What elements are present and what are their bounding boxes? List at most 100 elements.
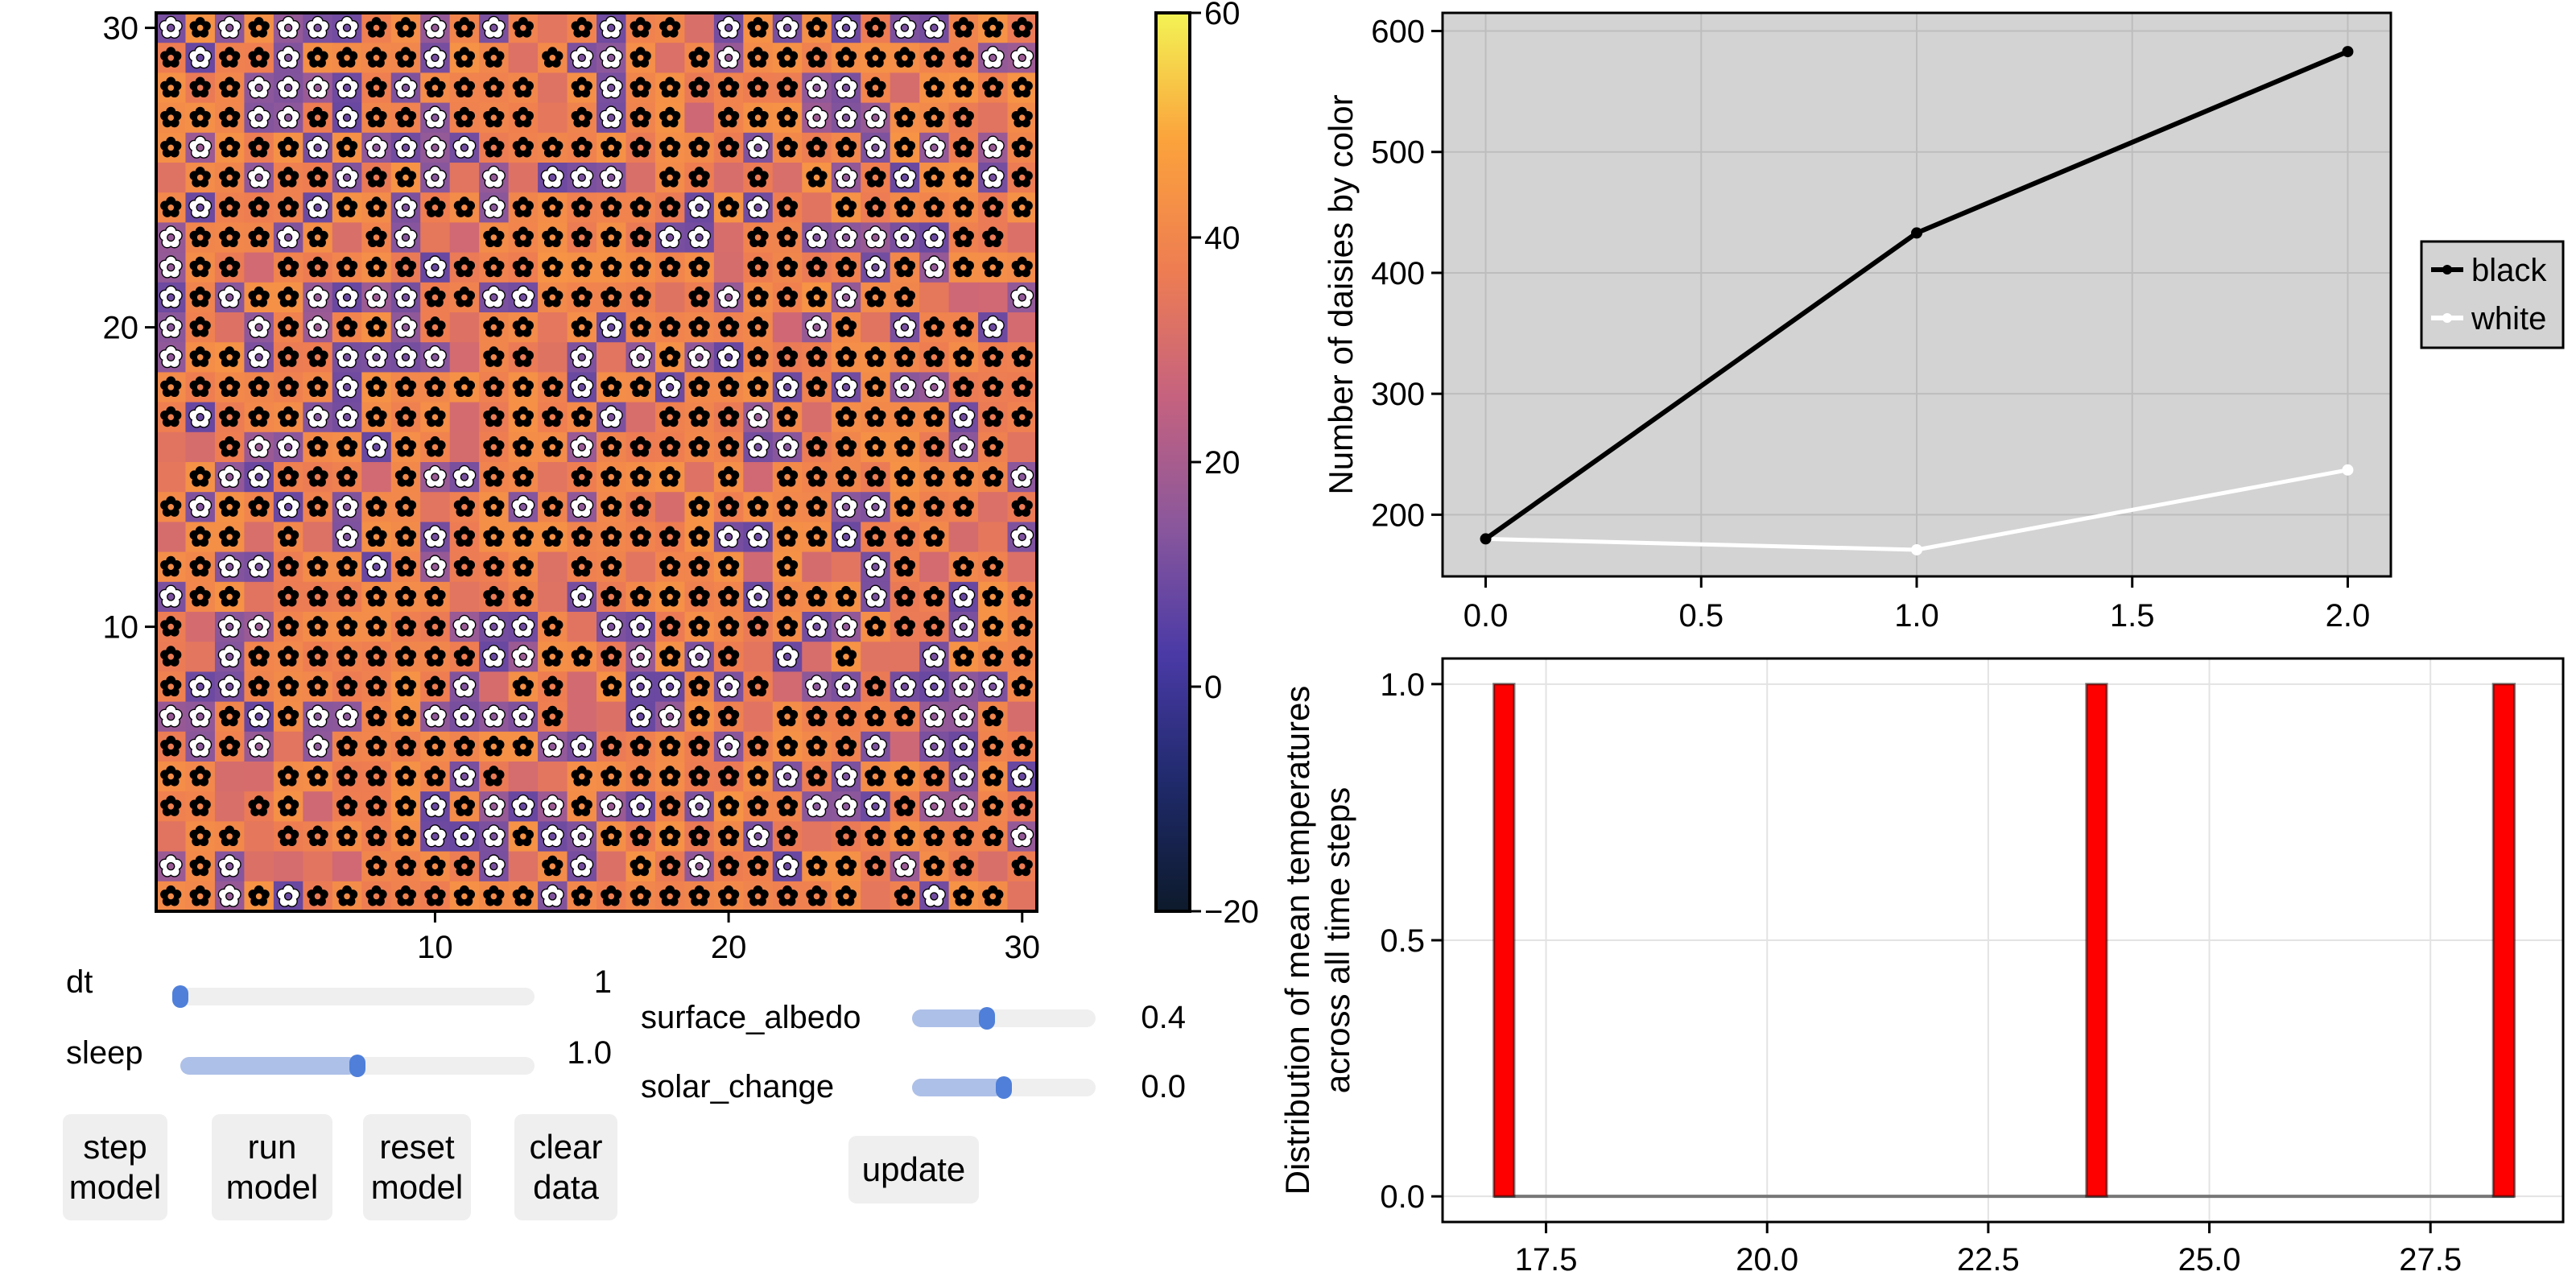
surface-albedo-slider[interactable] (912, 1007, 1096, 1030)
daisy-center (196, 143, 204, 152)
heatmap-cell (244, 581, 275, 613)
daisy-center (931, 623, 938, 630)
daisy-center (989, 323, 997, 332)
daisy-center (373, 683, 380, 690)
dt-slider[interactable] (172, 985, 535, 1008)
daisy-center (431, 832, 440, 841)
daisy-center (342, 114, 352, 122)
y-axis-label: Distribution of mean temperaturesacross … (1278, 686, 1356, 1195)
daisy-center (754, 234, 762, 241)
daisy-center (167, 233, 175, 242)
daisy-center (226, 444, 233, 451)
daisy-center (402, 893, 409, 900)
dt-slider-knob[interactable] (172, 985, 188, 1008)
sleep-slider[interactable] (180, 1055, 535, 1077)
daisy-center (254, 323, 263, 332)
daisy-center (167, 144, 175, 151)
daisy-count-line-chart: 0.0 0.5 1.0 1.5 2.0 200 300 400 500 600 Number of … (1322, 11, 2565, 634)
daisy-center (578, 893, 585, 900)
daisy-center (225, 293, 234, 302)
daisy-center (754, 743, 762, 750)
data-point-white (2342, 464, 2354, 476)
daisy-center (637, 503, 644, 510)
daisy-center (900, 233, 910, 242)
histogram-bar (2491, 683, 2516, 1198)
heatmap-cell (772, 671, 803, 703)
daisy-center (313, 712, 322, 721)
heatmap-cell (538, 342, 568, 373)
daisy-center (753, 592, 762, 601)
daisy-center (578, 144, 585, 151)
daisy-center (782, 382, 792, 392)
daisy-center (784, 114, 791, 122)
daisy-center (285, 653, 291, 660)
daisy-center (490, 264, 497, 271)
daisy-center (782, 652, 792, 661)
daisy-center (402, 473, 409, 481)
daisy-center (577, 862, 586, 871)
daisy-center (1018, 623, 1026, 630)
daisy-center (314, 773, 321, 780)
daisy-center (431, 893, 439, 900)
clear-data-button[interactable]: clear data (514, 1114, 617, 1220)
update-button[interactable]: update (848, 1136, 979, 1203)
daisy-center (636, 353, 645, 361)
daisy-center (665, 682, 675, 691)
daisy-center (960, 503, 967, 510)
daisy-center (373, 833, 380, 840)
heatmap-cell (214, 762, 245, 792)
surface-albedo-slider-knob[interactable] (979, 1007, 996, 1030)
daisy-center (196, 893, 204, 900)
daisy-center (841, 233, 851, 242)
daisy-center (931, 444, 938, 451)
heatmap-cell (861, 881, 891, 912)
run-model-button[interactable]: run model (212, 1114, 332, 1220)
daisy-center (813, 863, 820, 870)
reset-model-button[interactable]: reset model (363, 1114, 471, 1220)
daisy-center (549, 264, 556, 271)
daisy-center (813, 384, 820, 390)
heatmap-cell (772, 163, 803, 193)
heatmap-cell (948, 522, 979, 553)
daisy-center (549, 503, 556, 510)
daisy-center (813, 534, 820, 540)
daisy-center (460, 832, 469, 841)
daisy-center (696, 294, 703, 301)
daisy-center (725, 503, 732, 510)
daisy-center (577, 53, 586, 62)
daisy-center (373, 204, 380, 211)
daisy-center (1018, 832, 1026, 841)
heatmap-cell (1007, 881, 1038, 912)
daisy-center (667, 564, 673, 571)
daisy-center (578, 204, 585, 211)
daisy-center (461, 863, 468, 870)
solar-change-slider[interactable] (912, 1076, 1096, 1099)
surface-albedo-slider-fill (912, 1009, 988, 1027)
daisy-center (548, 892, 557, 901)
daisy-center (607, 802, 616, 811)
heatmap-cell (772, 312, 803, 343)
daisy-center (607, 173, 616, 182)
daisy-center (784, 414, 791, 421)
daisy-center (431, 473, 440, 481)
sleep-slider-knob[interactable] (349, 1055, 365, 1077)
daisy-center (1018, 743, 1026, 750)
daisy-center (196, 803, 204, 810)
daisy-center (373, 54, 380, 61)
daisy-center (753, 832, 762, 841)
daisy-center (637, 743, 644, 750)
daisy-center (871, 563, 880, 572)
daisy-center (520, 324, 526, 331)
daisy-center (960, 863, 967, 870)
daisy-center (637, 893, 644, 900)
daisy-center (402, 414, 409, 421)
y-tick-label: 0.0 (1380, 1179, 1425, 1215)
daisy-center (549, 683, 556, 690)
daisy-center (255, 24, 262, 31)
step-model-button[interactable]: step model (63, 1114, 167, 1220)
solar-change-slider-knob[interactable] (996, 1076, 1012, 1099)
daisy-center (989, 353, 997, 361)
daisy-center (373, 803, 380, 810)
daisy-center (490, 414, 497, 421)
heatmap-cell (420, 492, 451, 522)
